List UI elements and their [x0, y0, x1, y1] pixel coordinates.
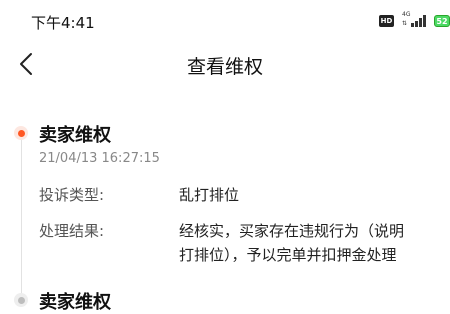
cellular-signal-icon: 4G ⇅	[402, 11, 430, 28]
data-arrows-icon: ⇅	[402, 20, 408, 27]
timeline-line	[21, 134, 22, 300]
signal-bars-icon	[411, 15, 429, 27]
battery-icon: 52	[434, 15, 450, 27]
status-bar: 下午4:41 HD 4G ⇅ 52	[0, 0, 450, 44]
entry-timestamp: 21/04/13 16:27:15	[39, 151, 160, 166]
field-label-result: 处理结果:	[39, 222, 105, 240]
field-value-result-line-1: 经核实，买家存在违规行为（说明	[179, 222, 405, 240]
page-title: 查看维权	[186, 56, 263, 78]
field-value-complaint-type: 乱打排位	[179, 186, 240, 204]
status-icons: HD 4G ⇅ 52	[379, 11, 450, 28]
entry-title: 卖家维权	[39, 125, 111, 146]
nav-bar: 查看维权	[0, 44, 450, 84]
timeline-dot-icon	[14, 293, 28, 307]
timeline-dot-icon	[14, 126, 28, 140]
field-value-result-line-2: 打排位），予以完单并扣押金处理	[179, 246, 397, 264]
field-label-complaint-type: 投诉类型:	[39, 186, 105, 204]
entry-title: 卖家维权	[39, 292, 111, 313]
timeline: 卖家维权 21/04/13 16:27:15 投诉类型: 乱打排位 处理结果: …	[0, 112, 450, 313]
status-time: 下午4:41	[31, 14, 95, 32]
network-type-label: 4G	[402, 11, 411, 18]
hd-icon: HD	[379, 15, 394, 27]
